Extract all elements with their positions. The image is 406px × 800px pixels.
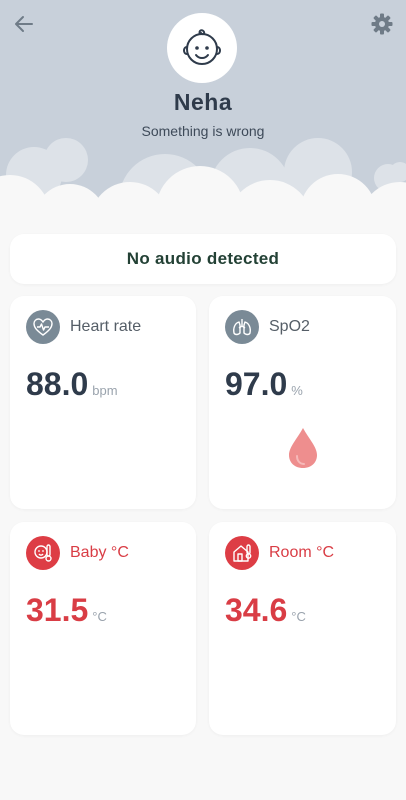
baby-face-icon xyxy=(183,29,221,65)
profile-status: Something is wrong xyxy=(141,123,265,139)
audio-status-banner: No audio detected xyxy=(10,234,396,284)
profile-name: Neha xyxy=(173,89,233,115)
room-temp-label: Room °C xyxy=(269,544,335,561)
baby-temp-unit: °C xyxy=(92,609,107,624)
baby-temp-card[interactable]: Baby °C 31.5 °C xyxy=(10,522,196,735)
blood-drop-icon xyxy=(289,428,317,468)
gear-icon xyxy=(371,13,393,35)
room-thermometer-icon xyxy=(225,536,259,570)
spo2-value: 97.0 xyxy=(225,366,288,402)
avatar xyxy=(167,13,237,83)
baby-thermometer-icon xyxy=(26,536,60,570)
heart-rate-unit: bpm xyxy=(92,383,118,398)
profile-header: Neha Something is wrong xyxy=(0,0,406,230)
room-temp-unit: °C xyxy=(291,609,306,624)
audio-status-text: No audio detected xyxy=(126,249,280,268)
spo2-card[interactable]: SpO2 97.0% xyxy=(209,296,396,509)
baby-temp-value: 31.5 xyxy=(26,592,89,628)
lungs-icon xyxy=(225,310,259,344)
heart-rate-icon xyxy=(26,310,60,344)
arrow-left-icon xyxy=(15,16,33,32)
heart-rate-card[interactable]: Heart rate 88.0 bpm xyxy=(10,296,196,509)
spo2-label: SpO2 xyxy=(269,318,310,335)
back-button[interactable] xyxy=(12,12,36,36)
room-temp-card[interactable]: Room °C 34.6 °C xyxy=(209,522,396,735)
baby-temp-label: Baby °C xyxy=(70,544,129,561)
room-temp-value: 34.6 xyxy=(225,592,288,628)
heart-rate-label: Heart rate xyxy=(70,318,142,335)
spo2-unit: % xyxy=(291,383,303,398)
settings-button[interactable] xyxy=(370,12,394,36)
heart-rate-value: 88.0 xyxy=(26,366,89,402)
